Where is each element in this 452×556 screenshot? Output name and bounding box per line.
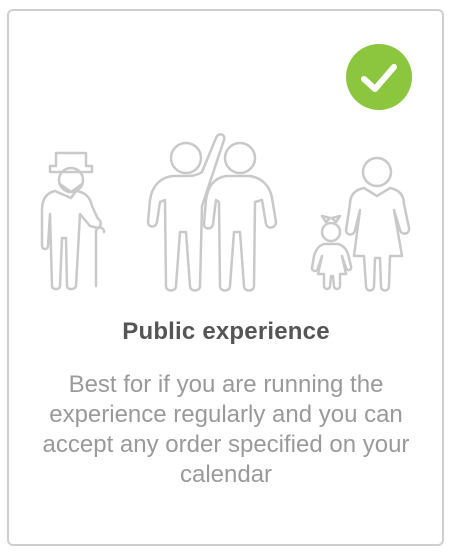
option-description: Best for if you are running the experien… (42, 371, 410, 488)
two-adults-waving-icon (146, 133, 278, 292)
elderly-person-icon (40, 151, 106, 291)
people-illustration (40, 133, 411, 292)
option-title: Public experience (122, 318, 330, 345)
mother-and-child-icon (310, 156, 411, 292)
